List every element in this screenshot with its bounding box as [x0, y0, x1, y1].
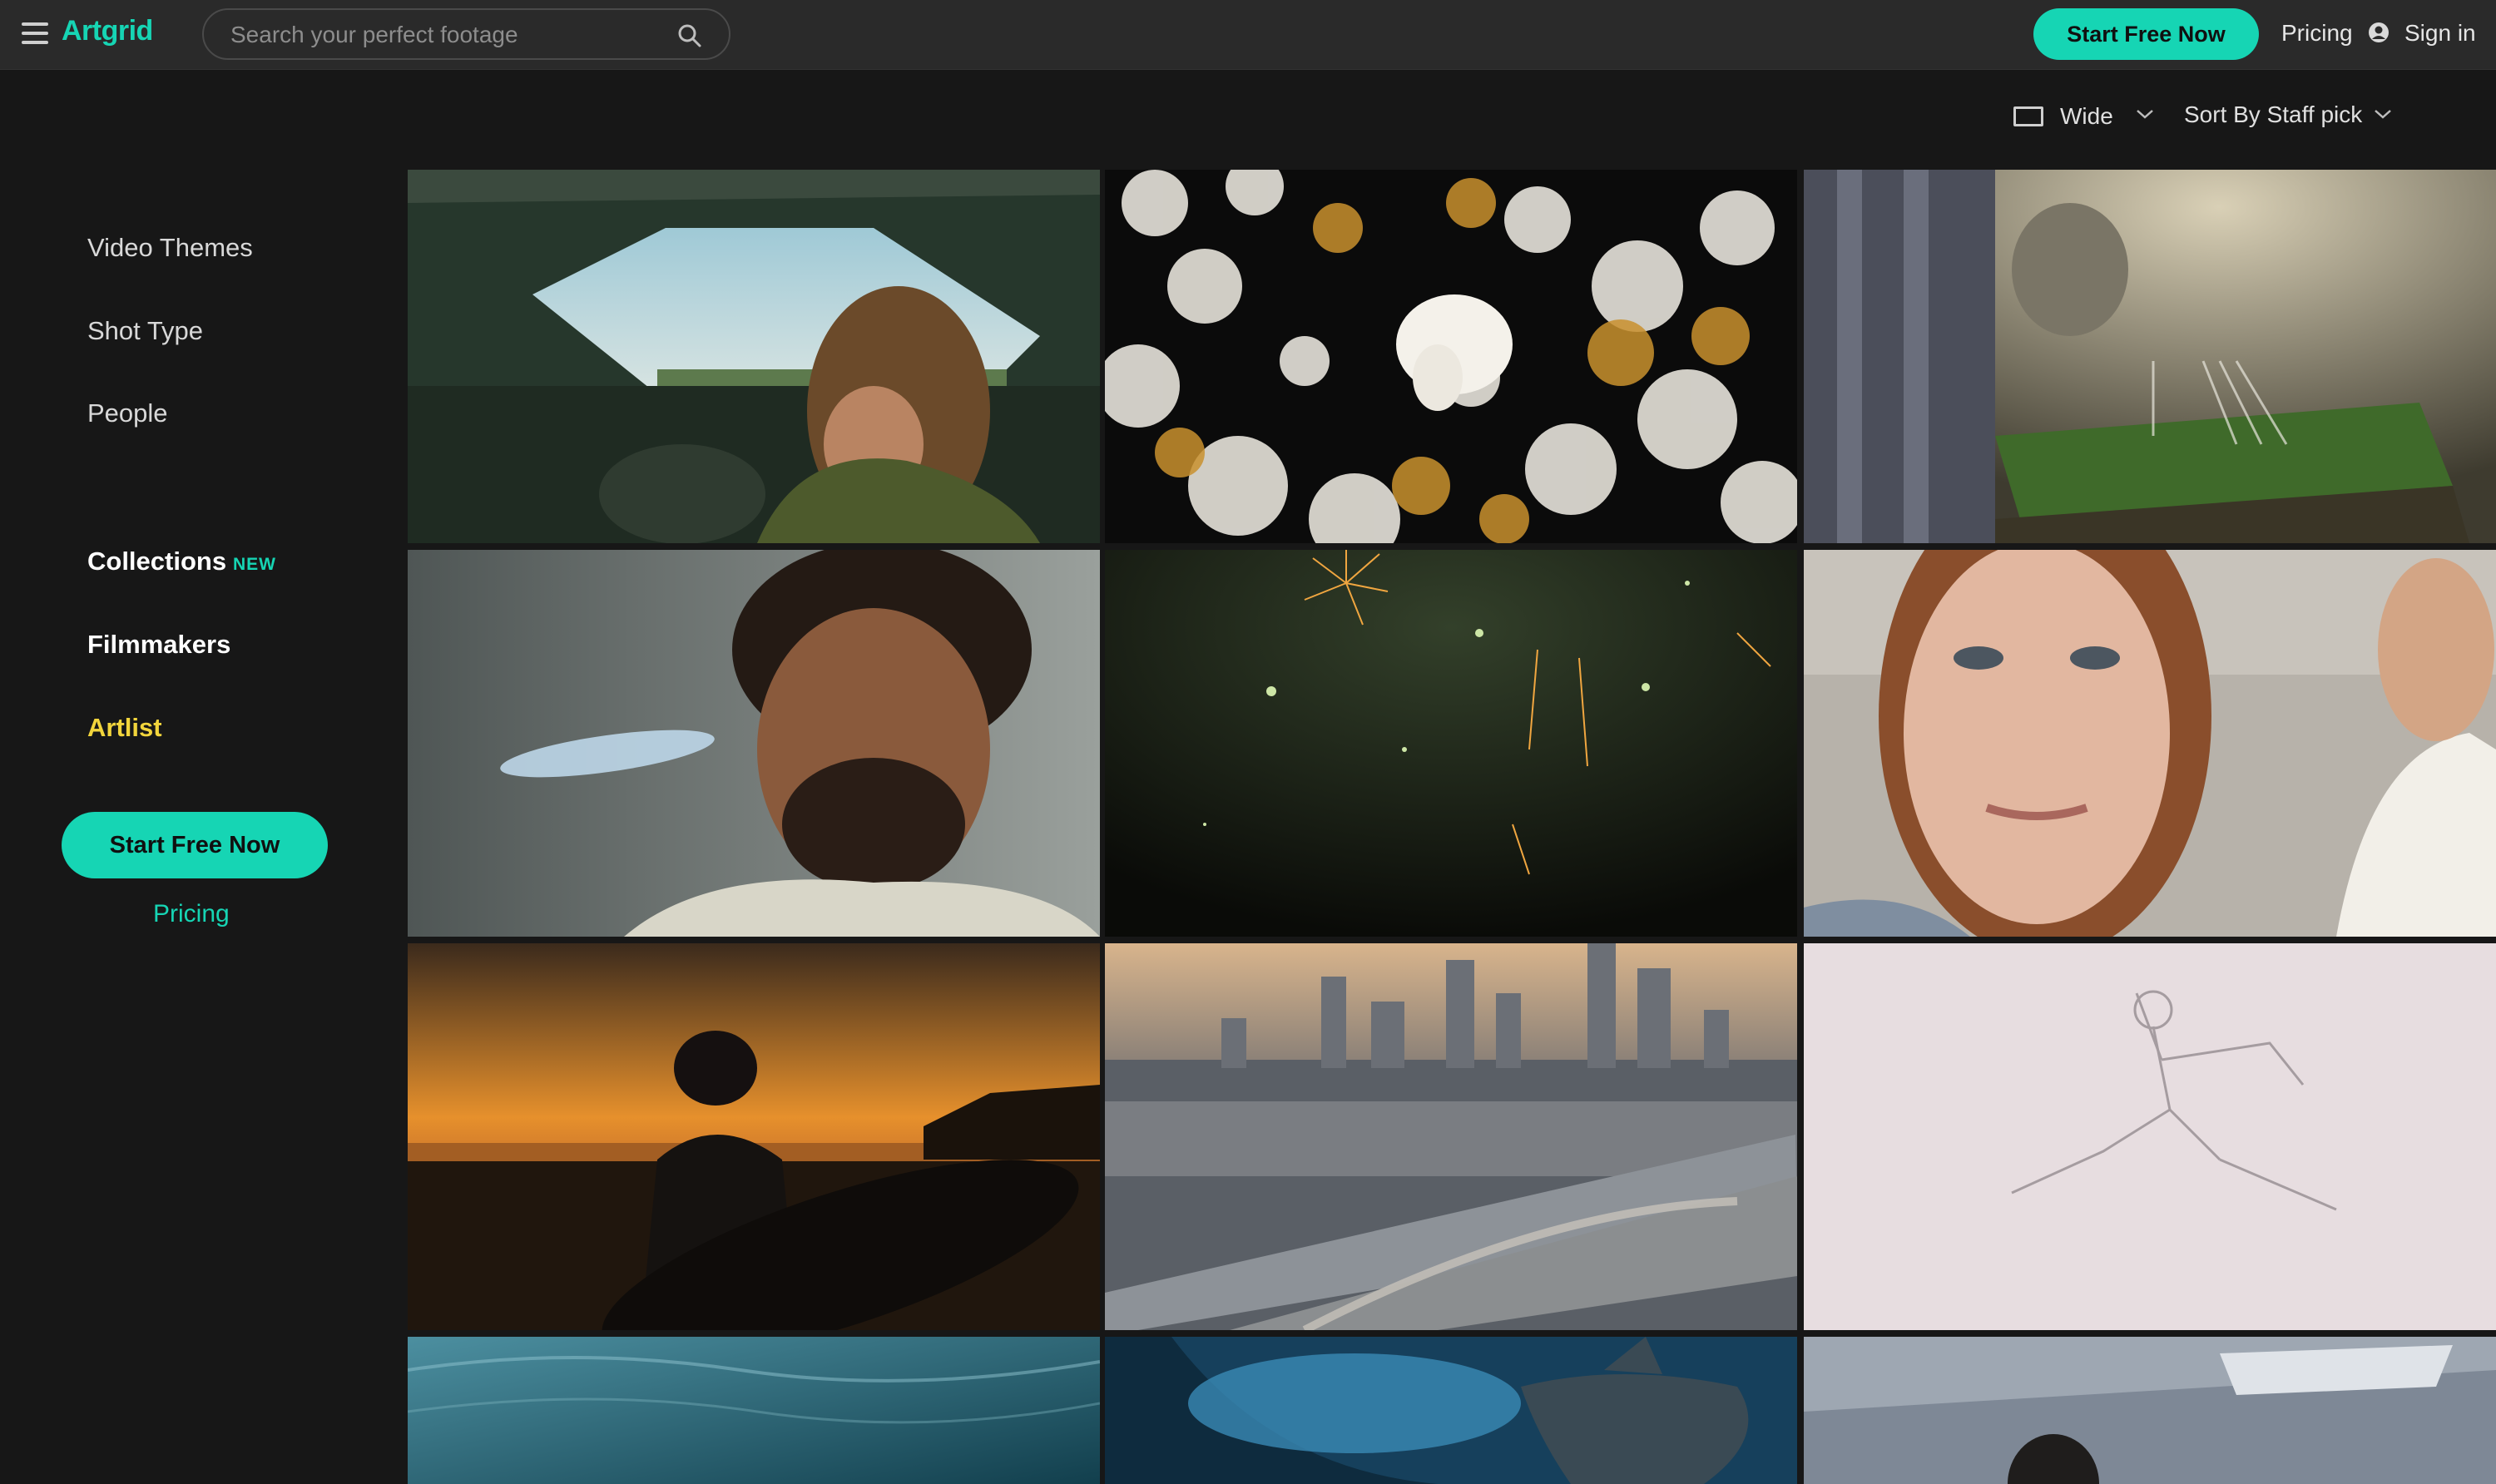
hamburger-icon[interactable]	[22, 22, 48, 44]
top-navbar: Artgrid Start Free Now Pricing Sign in	[0, 0, 2496, 70]
sidebar-item-people[interactable]: People	[87, 398, 168, 428]
sidebar-item-artlist[interactable]: Artlist	[87, 713, 162, 743]
aspect-dropdown[interactable]: Wide	[2060, 103, 2113, 130]
video-thumbnail-dancer-sketch[interactable]	[1804, 943, 2496, 1330]
artgrid-logo[interactable]: Artgrid	[62, 15, 153, 47]
video-thumbnail-woman-portrait[interactable]	[1804, 550, 2496, 937]
sidebar-item-video-themes[interactable]: Video Themes	[87, 233, 253, 263]
user-circle-icon	[2369, 22, 2389, 42]
aspect-ratio-icon[interactable]	[2013, 106, 2043, 126]
pricing-link[interactable]: Pricing	[2281, 20, 2353, 47]
search-icon[interactable]	[677, 23, 702, 48]
sidebar-start-free-now-button[interactable]: Start Free Now	[62, 812, 328, 878]
video-thumbnail-underwater[interactable]	[408, 1337, 1100, 1484]
sort-dropdown[interactable]: Sort By Staff pick	[2184, 101, 2362, 128]
sidebar-item-filmmakers[interactable]: Filmmakers	[87, 630, 230, 660]
sidebar-item-shot-type[interactable]: Shot Type	[87, 316, 203, 346]
video-thumbnail-person-indoor[interactable]	[1804, 1337, 2496, 1484]
search-bar[interactable]	[202, 8, 730, 60]
search-input[interactable]	[230, 20, 663, 50]
sidebar-item-collections[interactable]: Collections	[87, 547, 226, 576]
sidebar-pricing-link[interactable]: Pricing	[153, 900, 230, 928]
video-thumbnail-watering-can[interactable]	[1804, 170, 2496, 543]
sign-in-link[interactable]: Sign in	[2404, 20, 2476, 47]
video-thumbnail-woman-in-car[interactable]	[408, 170, 1100, 543]
chevron-down-icon[interactable]	[2373, 108, 2393, 120]
chevron-down-icon[interactable]	[2135, 108, 2155, 120]
video-thumbnail-shark-aquarium[interactable]	[1105, 1337, 1797, 1484]
video-thumbnail-chef-portrait[interactable]	[408, 550, 1100, 937]
video-thumbnail-popcorn[interactable]	[1105, 170, 1797, 543]
video-thumbnail-fireworks[interactable]	[1105, 550, 1797, 937]
video-thumbnail-city-skyline[interactable]	[1105, 943, 1797, 1330]
new-badge: NEW	[233, 555, 276, 574]
video-thumbnail-surfer-sunset[interactable]	[408, 943, 1100, 1330]
start-free-now-button[interactable]: Start Free Now	[2033, 8, 2259, 60]
